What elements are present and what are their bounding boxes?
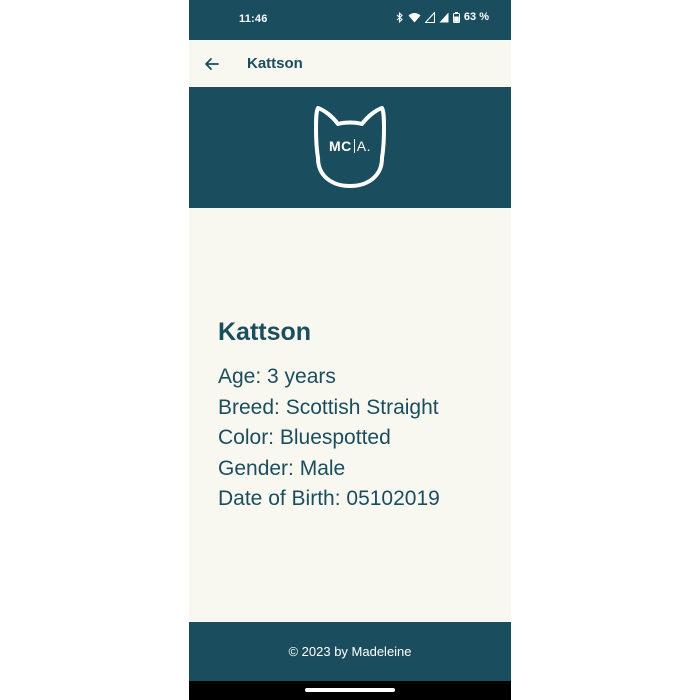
logo-mc-text: MC	[328, 138, 352, 154]
cat-details: Kattson Age: 3 years Breed: Scottish Str…	[218, 318, 498, 515]
battery-icon	[452, 11, 460, 23]
detail-date-of-birth: Date of Birth: 05102019	[218, 487, 440, 510]
detail-breed: Breed: Scottish Straight	[218, 395, 439, 419]
page-title: Kattson	[247, 55, 303, 72]
logo-a-text: A.	[356, 138, 371, 154]
arrow-left-icon	[205, 58, 219, 70]
header-banner: MC A.	[189, 87, 511, 208]
system-nav-bar	[189, 681, 511, 700]
status-time: 11:46	[239, 13, 268, 25]
status-bar: 11:46 63 %	[189, 0, 511, 40]
wifi-icon	[408, 12, 421, 22]
detail-gender: Gender: Male	[218, 456, 346, 480]
footer-copyright: © 2023 by Madeleine	[288, 644, 412, 659]
bluetooth-icon	[396, 11, 403, 23]
logo: MC A.	[304, 102, 396, 194]
cat-name-heading: Kattson	[218, 318, 312, 346]
app-bar: Kattson	[189, 40, 511, 87]
signal-icon-2	[439, 12, 449, 22]
detail-age: Age: 3 years	[218, 365, 336, 388]
home-indicator[interactable]	[305, 688, 395, 692]
logo-divider	[353, 139, 355, 153]
status-icons: 63 %	[396, 11, 489, 23]
footer: © 2023 by Madeleine	[189, 622, 511, 681]
detail-color: Color: Bluespotted	[218, 426, 391, 449]
back-button[interactable]	[201, 53, 223, 75]
logo-text: MC A.	[304, 138, 396, 154]
phone-screen: 11:46 63 % Kattson MC A. Kattson Age: 3 …	[189, 0, 511, 700]
battery-percent: 63 %	[463, 11, 489, 23]
signal-icon	[424, 11, 435, 23]
